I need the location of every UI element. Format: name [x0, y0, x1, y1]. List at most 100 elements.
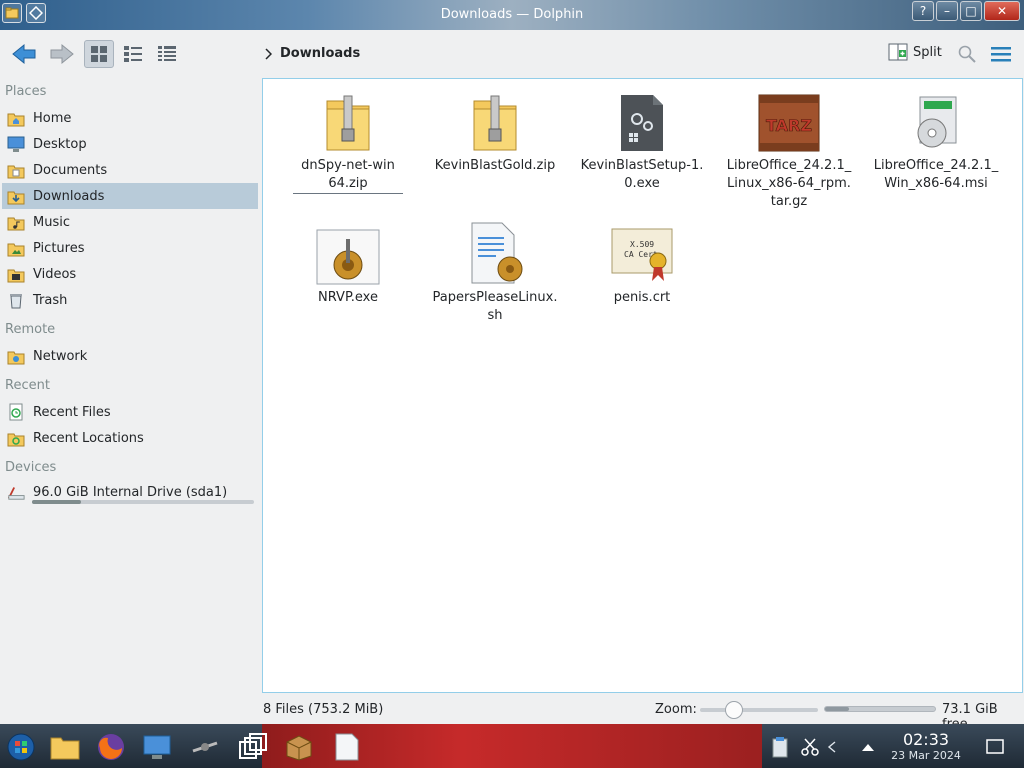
- script-icon: [460, 219, 530, 285]
- sidebar-item-label: Music: [33, 214, 70, 230]
- file-item[interactable]: X.509 CA Cert penis.crt: [572, 219, 712, 307]
- desktop-icon: [7, 135, 25, 153]
- file-name: KevinBlastSetup-1.0.exe: [580, 158, 704, 191]
- zoom-slider[interactable]: [700, 701, 818, 719]
- taskbar-document-button[interactable]: [330, 730, 364, 764]
- videos-icon: [7, 265, 25, 283]
- taskbar-dolphin-button[interactable]: [48, 730, 82, 764]
- back-button[interactable]: [8, 40, 42, 68]
- breadcrumb[interactable]: Downloads: [264, 46, 360, 61]
- sidebar-item-trash[interactable]: Trash: [2, 287, 258, 313]
- taskbar-wine-button[interactable]: [188, 730, 222, 764]
- split-button[interactable]: Split: [888, 42, 942, 62]
- sidebar-item-network[interactable]: Network: [2, 343, 258, 369]
- network-icon: [7, 347, 25, 365]
- clock[interactable]: 02:33 23 Mar 2024: [888, 730, 964, 762]
- back-arrow-icon: [12, 43, 36, 65]
- search-button[interactable]: [955, 40, 979, 68]
- msi-icon: [901, 87, 971, 153]
- tray-clipboard-icon[interactable]: [766, 730, 794, 764]
- sidebar-item-label: Videos: [33, 266, 77, 282]
- sidebar-item-label: Desktop: [33, 136, 87, 152]
- file-item[interactable]: TARZ LibreOffice_24.2.1_Linux_x86-64_rpm…: [719, 87, 859, 211]
- firefox-icon: [98, 734, 124, 760]
- folder-summary: 8 Files (753.2 MiB): [263, 702, 384, 717]
- sidebar-item-downloads[interactable]: Downloads: [2, 183, 258, 209]
- compact-view-icon: [124, 46, 142, 62]
- zoom-label: Zoom:: [655, 702, 697, 717]
- svg-text:X.509: X.509: [630, 240, 654, 249]
- taskbar-system-settings-button[interactable]: [140, 730, 174, 764]
- drive-usage-fill: [32, 500, 81, 504]
- show-desktop-icon: [986, 739, 1004, 754]
- file-item[interactable]: KevinBlastSetup-1.0.exe: [572, 87, 712, 193]
- section-remote: Remote: [5, 322, 56, 337]
- places-panel: Places Home Desktop Documents Downloads …: [0, 80, 262, 692]
- taskbar-firefox-button[interactable]: [94, 730, 128, 764]
- tray-scissors-icon[interactable]: [796, 730, 824, 764]
- sidebar-item-documents[interactable]: Documents: [2, 157, 258, 183]
- sidebar-item-videos[interactable]: Videos: [2, 261, 258, 287]
- wine-icon: [192, 741, 218, 753]
- compact-view-button[interactable]: [118, 40, 148, 68]
- maximize-button[interactable]: □: [960, 1, 982, 21]
- file-item[interactable]: NRVP.exe: [278, 219, 418, 307]
- tray-expand-arrow-icon[interactable]: [856, 730, 880, 764]
- split-view-icon: [888, 43, 908, 61]
- taskbar-archive-button[interactable]: [282, 730, 316, 764]
- forward-button[interactable]: [44, 40, 78, 68]
- hamburger-menu-button[interactable]: [988, 40, 1014, 68]
- free-space-fill: [825, 707, 850, 711]
- taskbar-window-switcher-button[interactable]: [236, 730, 270, 764]
- file-name: LibreOffice_24.2.1_Linux_x86-64_rpm.tar.…: [726, 158, 852, 209]
- sidebar-item-label: Pictures: [33, 240, 85, 256]
- close-button[interactable]: ✕: [984, 1, 1020, 21]
- documents-icon: [7, 161, 25, 179]
- sidebar-item-pictures[interactable]: Pictures: [2, 235, 258, 261]
- sidebar-item-label: Recent Locations: [33, 430, 144, 446]
- certificate-icon: X.509 CA Cert: [607, 219, 677, 285]
- sidebar-item-recent-files[interactable]: Recent Files: [2, 399, 258, 425]
- file-view[interactable]: dnSpy-net-win64.zip KevinBlastGold.zip K…: [262, 78, 1023, 693]
- tarball-icon: TARZ: [754, 87, 824, 153]
- sidebar-item-music[interactable]: Music: [2, 209, 258, 235]
- breadcrumb-downloads[interactable]: Downloads: [280, 46, 360, 61]
- title-bar[interactable]: Downloads — Dolphin ? – □ ✕: [0, 0, 1024, 30]
- sidebar-item-label: Home: [33, 110, 72, 126]
- chevron-right-icon: [265, 47, 272, 60]
- section-places: Places: [5, 84, 47, 99]
- sidebar-item-home[interactable]: Home: [2, 105, 258, 131]
- tray-volume-icon[interactable]: [822, 730, 842, 764]
- sidebar-item-desktop[interactable]: Desktop: [2, 131, 258, 157]
- file-name: NRVP.exe: [318, 290, 378, 305]
- archive-icon: [286, 735, 312, 761]
- zoom-slider-handle[interactable]: [725, 701, 743, 719]
- file-item[interactable]: LibreOffice_24.2.1_Win_x86-64.msi: [866, 87, 1006, 193]
- show-desktop-button[interactable]: [982, 730, 1008, 764]
- sidebar-item-label: Documents: [33, 162, 108, 178]
- icons-view-button[interactable]: [84, 40, 114, 68]
- section-recent: Recent: [5, 378, 50, 393]
- file-item[interactable]: KevinBlastGold.zip: [425, 87, 565, 175]
- file-item[interactable]: dnSpy-net-win64.zip: [278, 87, 418, 194]
- music-icon: [7, 213, 25, 231]
- sidebar-item-recent-locations[interactable]: Recent Locations: [2, 425, 258, 451]
- details-view-button[interactable]: [152, 40, 182, 68]
- start-menu-icon: [7, 733, 35, 761]
- application-launcher-button[interactable]: [4, 730, 38, 764]
- exe-icon: [607, 87, 677, 153]
- window-title: Downloads — Dolphin: [440, 7, 584, 22]
- minimize-button[interactable]: –: [936, 1, 958, 21]
- sidebar-item-label: Downloads: [33, 188, 105, 204]
- file-item[interactable]: PapersPleaseLinux.sh: [425, 219, 565, 325]
- drive-usage-bar: [32, 500, 254, 504]
- sidebar-item-label: Network: [33, 348, 88, 364]
- free-space-bar: [824, 706, 936, 712]
- search-icon: [958, 45, 976, 63]
- split-label: Split: [913, 44, 942, 60]
- zip-folder-icon: [313, 87, 383, 153]
- system-settings-icon: [143, 735, 171, 759]
- file-manager-icon: [50, 737, 80, 760]
- help-button[interactable]: ?: [912, 1, 934, 21]
- forward-arrow-icon: [50, 43, 74, 65]
